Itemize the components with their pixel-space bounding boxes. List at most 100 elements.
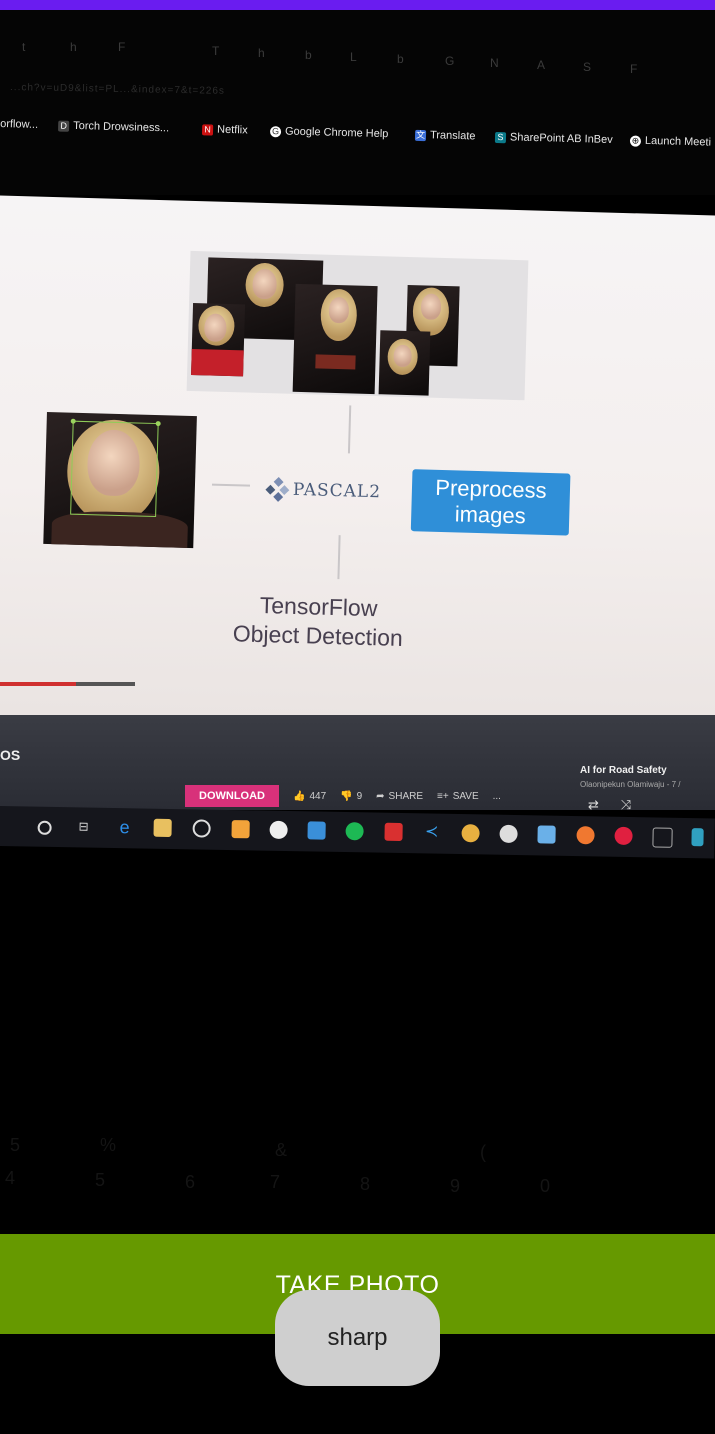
camera-viewfinder[interactable]: t h F T h b L b G N A S F ...ch?v=uD9&li… xyxy=(0,10,715,1234)
bounding-box xyxy=(70,420,159,518)
folder-icon[interactable] xyxy=(153,818,172,837)
address-bar[interactable]: ...ch?v=uD9&list=PL...&index=7&t=226s xyxy=(10,82,350,104)
bookmark-item[interactable]: G Google Chrome Help xyxy=(269,125,389,141)
status-bar xyxy=(0,0,715,10)
sharpness-toast: sharp xyxy=(275,1290,440,1386)
connector-line xyxy=(211,483,251,487)
app-icon[interactable] xyxy=(499,824,518,844)
bookmark-item[interactable]: ⊕ Launch Meeti xyxy=(629,134,712,149)
bookmark-label: SharePoint AB InBev xyxy=(509,131,613,147)
bookmark-label: Translate xyxy=(429,129,476,143)
vscode-icon[interactable]: ≺ xyxy=(422,823,440,841)
tensorflow-label: TensorFlow Object Detection xyxy=(222,590,414,653)
collage-photo xyxy=(378,330,431,396)
app-icon[interactable] xyxy=(691,828,704,847)
thumbs-down-icon: 👎 xyxy=(340,790,353,802)
bookmark-item[interactable]: orflow... xyxy=(0,118,38,131)
bookmark-label: Launch Meeti xyxy=(644,134,712,149)
app-icon[interactable] xyxy=(384,822,403,842)
bookmarks-bar: orflow... D Torch Drowsiness... N Netflix … xyxy=(0,118,715,163)
repeat-icon[interactable]: ⇄ xyxy=(588,797,599,813)
like-count: 447 xyxy=(309,790,327,802)
tab-glyph: T xyxy=(212,44,220,58)
photo-collage xyxy=(186,250,529,401)
bookmark-item[interactable]: D Torch Drowsiness... xyxy=(58,119,170,135)
tab-glyph: L xyxy=(350,50,357,64)
playlist-add-icon: ≡+ xyxy=(437,790,449,802)
share-label: SHARE xyxy=(388,790,423,802)
download-button[interactable]: DOWNLOAD xyxy=(185,785,279,807)
pascal2-logo: PASCAL2 xyxy=(265,477,382,503)
youtube-info-bar: OS DOWNLOAD 👍 447 👎 9 ➦ SHARE ≡+ SAVE ... AI… xyxy=(0,715,715,813)
bookmark-label: Google Chrome Help xyxy=(284,125,389,141)
bookmark-label: Torch Drowsiness... xyxy=(73,119,170,135)
tab-glyph: b xyxy=(305,48,312,62)
tf-line: Object Detection xyxy=(232,620,404,651)
keyboard-reflection: 5 % & ( 4 5 6 7 8 9 0 xyxy=(5,1135,551,1196)
app-icon[interactable] xyxy=(537,825,556,844)
bookmark-item[interactable]: N Netflix xyxy=(201,123,248,137)
preprocess-line: images xyxy=(454,501,527,529)
tab-glyph: A xyxy=(537,58,546,72)
tab-glyph: b xyxy=(397,52,404,66)
netflix-icon: N xyxy=(201,123,214,136)
playlist-title: AI for Road Safety xyxy=(580,765,667,776)
launch-icon: ⊕ xyxy=(629,134,642,147)
media-icon[interactable] xyxy=(192,819,211,838)
preprocess-images-box: Preprocess images xyxy=(410,469,571,536)
tab-glyph: h xyxy=(258,46,265,60)
tab-glyph: h xyxy=(70,40,77,54)
search-icon[interactable] xyxy=(37,820,52,835)
connector-line xyxy=(337,535,341,580)
app-icon[interactable] xyxy=(576,826,595,845)
photographed-monitor: t h F T h b L b G N A S F ...ch?v=uD9&li… xyxy=(0,10,715,860)
share-button[interactable]: ➦ SHARE xyxy=(376,791,423,802)
video-title-fragment: OS xyxy=(0,747,21,763)
dislike-button[interactable]: 👎 9 xyxy=(340,791,362,802)
tab-glyph: F xyxy=(630,62,638,76)
share-icon: ➦ xyxy=(376,790,385,802)
sublime-icon[interactable] xyxy=(231,820,250,839)
collage-photo xyxy=(292,283,378,395)
pascal-label: PASCAL2 xyxy=(292,479,382,503)
bookmark-item[interactable]: 文 Translate xyxy=(414,129,476,143)
app-icon[interactable] xyxy=(307,821,326,840)
more-label: ... xyxy=(492,790,501,802)
save-button[interactable]: ≡+ SAVE xyxy=(437,791,479,802)
shuffle-icon[interactable]: ⤨ xyxy=(621,797,631,813)
task-view-icon[interactable]: ⊟ xyxy=(74,817,92,835)
document-icon: D xyxy=(58,120,70,132)
chrome-icon[interactable] xyxy=(461,824,480,843)
bookmark-label: orflow... xyxy=(0,118,39,131)
translate-icon: 文 xyxy=(414,129,427,141)
save-label: SAVE xyxy=(452,790,479,802)
app-icon[interactable] xyxy=(652,827,673,848)
tab-glyph: S xyxy=(583,60,592,74)
tab-glyph: G xyxy=(445,54,455,68)
thumbs-up-icon: 👍 xyxy=(293,790,306,802)
tab-glyph: t xyxy=(22,40,26,54)
more-button[interactable]: ... xyxy=(493,791,501,802)
video-progress-played xyxy=(0,682,76,686)
collage-photo xyxy=(191,302,246,377)
bookmark-item[interactable]: S SharePoint AB InBev xyxy=(494,131,613,147)
pascal-logo-icon xyxy=(265,477,290,502)
connector-line xyxy=(347,405,352,454)
spotify-icon[interactable] xyxy=(345,822,364,841)
like-button[interactable]: 👍 447 xyxy=(293,791,326,802)
edge-icon[interactable]: e xyxy=(115,817,133,837)
tab-strip: t h F T h b L b G N A S F xyxy=(0,40,715,76)
playlist-controls: ⇄ ⤨ xyxy=(580,797,715,813)
google-icon: G xyxy=(269,125,282,137)
app-icon[interactable] xyxy=(614,826,633,846)
playlist-subtitle: Olaonipekun Olamiwaju - 7 / xyxy=(580,780,681,789)
video-actions: DOWNLOAD 👍 447 👎 9 ➦ SHARE ≡+ SAVE ... xyxy=(185,785,501,807)
presentation-slide: PASCAL2 Preprocess images TensorFlow Obj… xyxy=(0,195,715,737)
playlist-panel: AI for Road Safety Olaonipekun Olamiwaju… xyxy=(580,765,715,813)
tab-glyph: N xyxy=(490,56,499,70)
app-icon[interactable] xyxy=(269,820,288,840)
sharepoint-icon: S xyxy=(494,131,507,143)
bookmark-label: Netflix xyxy=(216,123,248,137)
annotated-photo xyxy=(43,411,197,549)
dislike-count: 9 xyxy=(356,790,363,802)
